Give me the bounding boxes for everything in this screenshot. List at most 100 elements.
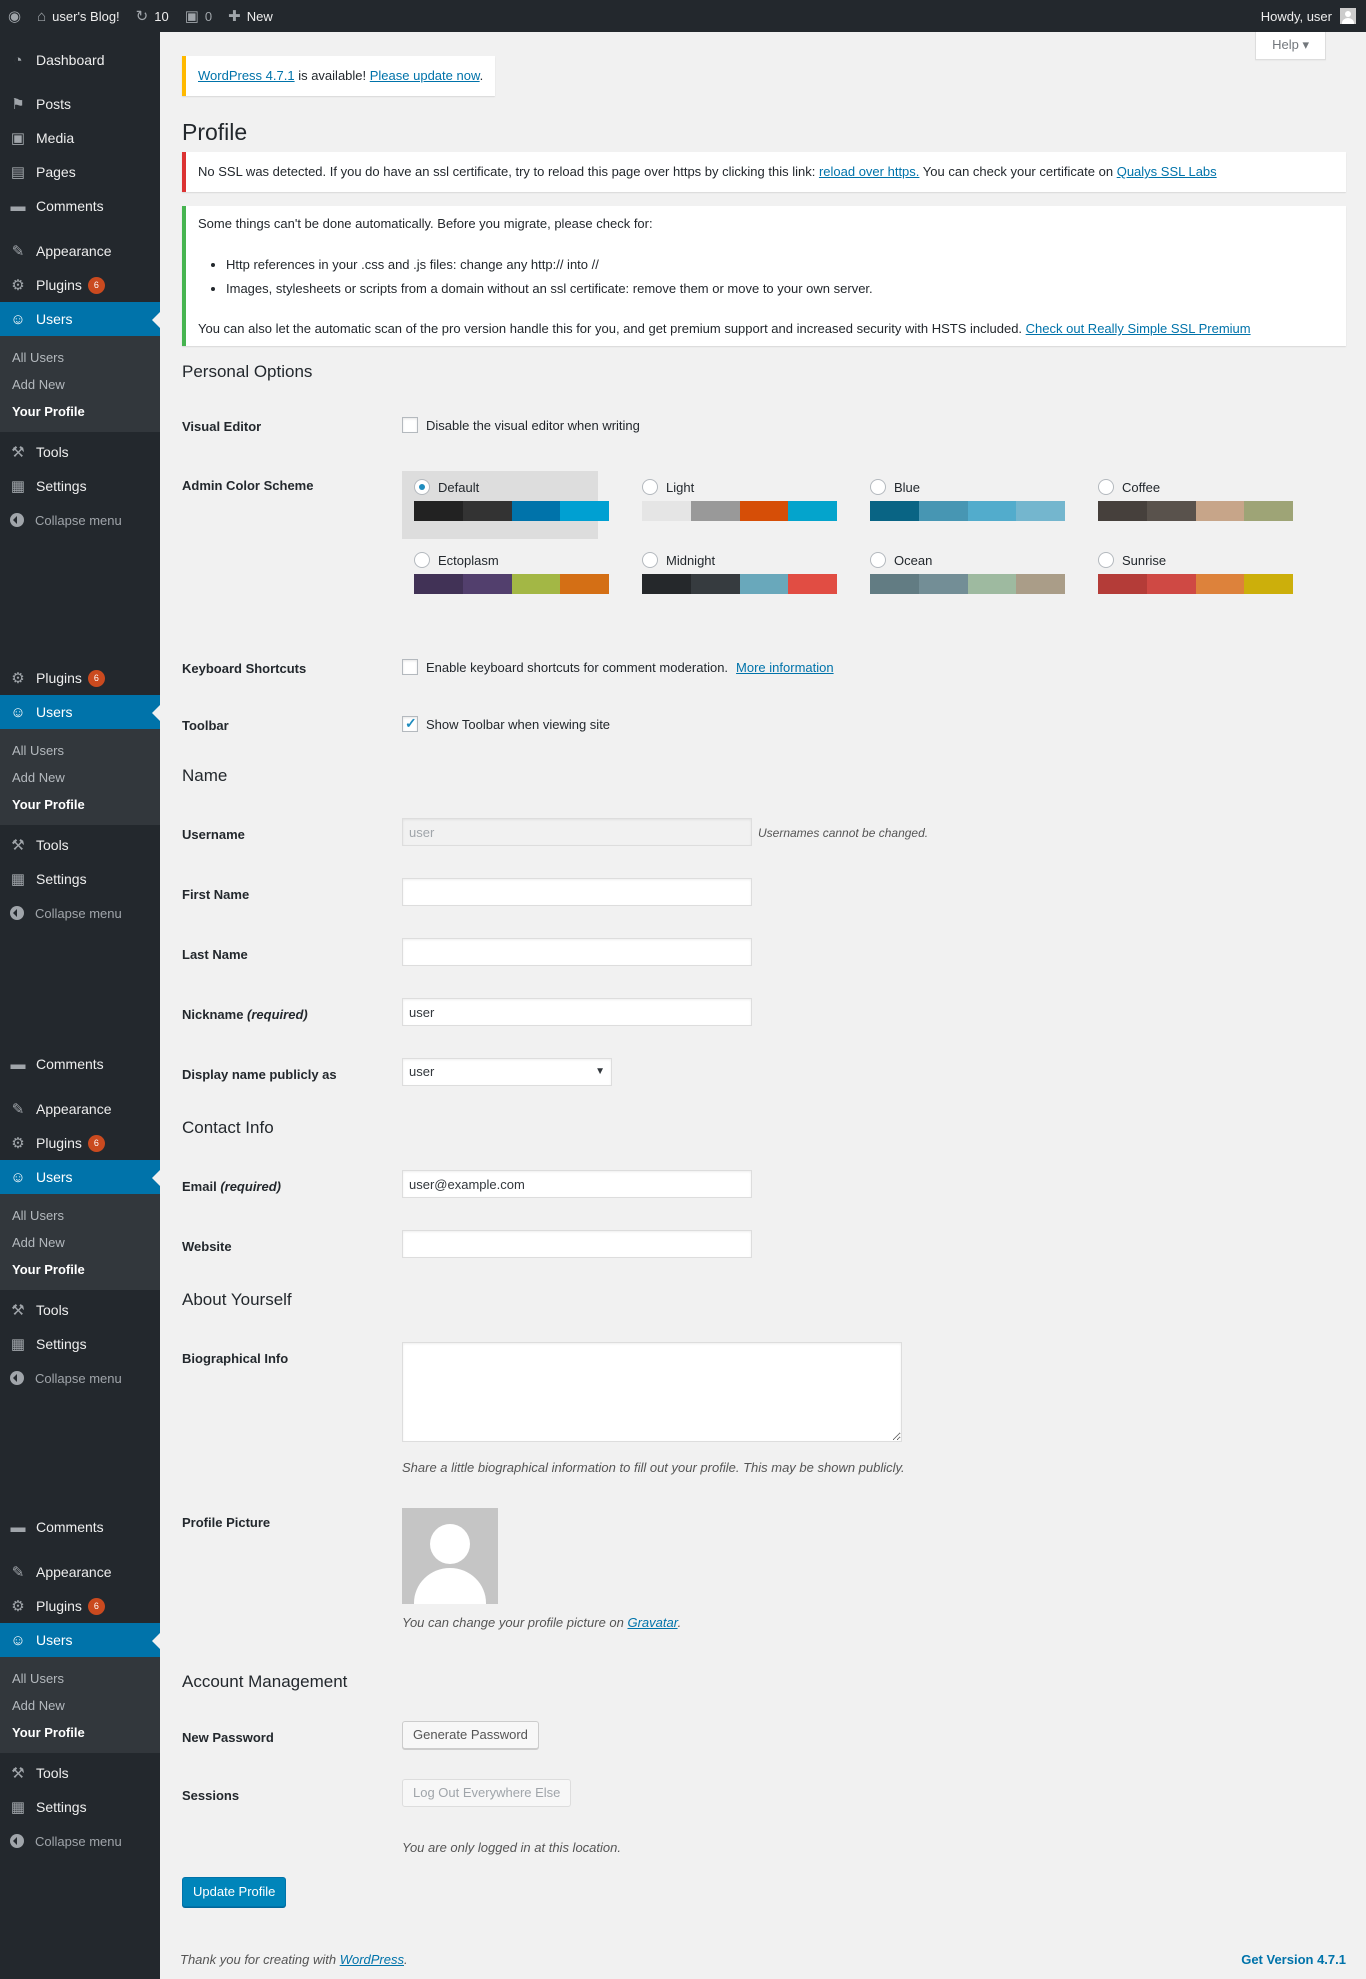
collapse-menu-button[interactable]: Collapse menu: [0, 896, 160, 930]
sidebar-item-label: Settings: [36, 1799, 87, 1815]
submenu-item-all-users[interactable]: All Users: [0, 1202, 160, 1229]
submenu-item-your-profile[interactable]: Your Profile: [0, 1719, 160, 1746]
sidebar-item-comments[interactable]: ▬ Comments: [0, 1047, 160, 1081]
sidebar-item-tools[interactable]: ⚒ Tools: [0, 828, 160, 862]
wp-logo-menu[interactable]: ◉: [0, 0, 29, 32]
first-name-label: First Name: [182, 887, 250, 902]
bio-textarea[interactable]: [402, 1342, 902, 1442]
wordpress-footer-link[interactable]: WordPress: [340, 1952, 404, 1967]
brush-icon: ✎: [11, 243, 25, 260]
submenu-item-your-profile[interactable]: Your Profile: [0, 398, 160, 425]
color-scheme-radio[interactable]: [642, 479, 658, 495]
color-scheme-name: Blue: [894, 479, 921, 495]
website-input[interactable]: [402, 1230, 752, 1258]
color-scheme-radio[interactable]: [1098, 479, 1114, 495]
submenu-item-add-new[interactable]: Add New: [0, 1692, 160, 1719]
sidebar-item-appearance[interactable]: ✎ Appearance: [0, 1092, 160, 1126]
sidebar-item-plugins[interactable]: ⚙ Plugins 6: [0, 268, 160, 302]
update-profile-button[interactable]: Update Profile: [182, 1877, 287, 1907]
help-tab-button[interactable]: Help ▾: [1255, 32, 1326, 60]
users-submenu: All Users Add New Your Profile: [0, 336, 160, 432]
sidebar-item-settings[interactable]: ▦ Settings: [0, 469, 160, 503]
more-information-link[interactable]: More information: [736, 660, 834, 675]
color-scheme-radio[interactable]: [414, 479, 430, 495]
email-input[interactable]: [402, 1170, 752, 1198]
sidebar-item-plugins[interactable]: ⚙ Plugins 6: [0, 1126, 160, 1160]
color-scheme-radio[interactable]: [870, 479, 886, 495]
sidebar-item-comments[interactable]: ▬ Comments: [0, 1510, 160, 1544]
gravatar-link[interactable]: Gravatar: [627, 1615, 677, 1630]
sidebar-item-settings[interactable]: ▦ Settings: [0, 862, 160, 896]
generate-password-button[interactable]: Generate Password: [402, 1721, 539, 1749]
color-scheme-radio[interactable]: [1098, 552, 1114, 568]
first-name-input[interactable]: [402, 878, 752, 906]
sidebar-item-settings[interactable]: ▦ Settings: [0, 1790, 160, 1824]
sidebar-item-users[interactable]: ☺ Users: [0, 1160, 160, 1194]
new-content-link[interactable]: ✚ New: [220, 0, 281, 32]
display-name-select[interactable]: user ▼: [402, 1058, 612, 1086]
sidebar-item-users[interactable]: ☺ Users: [0, 1623, 160, 1657]
logout-everywhere-button[interactable]: Log Out Everywhere Else: [402, 1779, 572, 1807]
submenu-item-add-new[interactable]: Add New: [0, 764, 160, 791]
submenu-item-add-new[interactable]: Add New: [0, 371, 160, 398]
sidebar-item-tools[interactable]: ⚒ Tools: [0, 1293, 160, 1327]
color-scheme-radio[interactable]: [870, 552, 886, 568]
color-scheme-radio[interactable]: [414, 552, 430, 568]
sidebar-item-dashboard[interactable]: ◔ Dashboard: [0, 43, 160, 77]
premium-link[interactable]: Check out Really Simple SSL Premium: [1026, 321, 1251, 336]
color-scheme-radio[interactable]: [642, 552, 658, 568]
sidebar-item-posts[interactable]: ⚑ Posts: [0, 87, 160, 121]
submenu-item-your-profile[interactable]: Your Profile: [0, 791, 160, 818]
color-swatch-segment: [1244, 574, 1293, 594]
color-scheme-ocean[interactable]: Ocean: [858, 544, 1065, 612]
sidebar-item-pages[interactable]: ▤ Pages: [0, 155, 160, 189]
keyboard-shortcuts-checkbox[interactable]: [402, 659, 418, 675]
collapse-menu-button[interactable]: Collapse menu: [0, 1361, 160, 1395]
sidebar-item-users[interactable]: ☺ Users: [0, 302, 160, 336]
color-scheme-blue[interactable]: Blue: [858, 471, 1065, 539]
sidebar-item-plugins[interactable]: ⚙ Plugins 6: [0, 661, 160, 695]
sidebar-item-tools[interactable]: ⚒ Tools: [0, 1756, 160, 1790]
submenu-item-all-users[interactable]: All Users: [0, 1665, 160, 1692]
color-scheme-header: Default: [414, 479, 586, 495]
sidebar-item-appearance[interactable]: ✎ Appearance: [0, 234, 160, 268]
submenu-item-add-new[interactable]: Add New: [0, 1229, 160, 1256]
submenu-item-all-users[interactable]: All Users: [0, 737, 160, 764]
sidebar-item-users[interactable]: ☺ Users: [0, 695, 160, 729]
wordpress-version-link[interactable]: WordPress 4.7.1: [198, 68, 295, 83]
email-label: Email (required): [182, 1179, 281, 1194]
collapse-menu-button[interactable]: Collapse menu: [0, 1824, 160, 1858]
updates-link[interactable]: ↻ 10: [128, 0, 177, 32]
color-scheme-ectoplasm[interactable]: Ectoplasm: [402, 544, 609, 612]
settings-icon: ▦: [10, 1799, 26, 1816]
color-scheme-coffee[interactable]: Coffee: [1086, 471, 1293, 539]
color-scheme-light[interactable]: Light: [630, 471, 837, 539]
last-name-input[interactable]: [402, 938, 752, 966]
visual-editor-checkbox[interactable]: [402, 417, 418, 433]
sidebar-item-plugins[interactable]: ⚙ Plugins 6: [0, 1589, 160, 1623]
reload-https-link[interactable]: reload over https.: [819, 164, 919, 179]
sidebar-item-settings[interactable]: ▦ Settings: [0, 1327, 160, 1361]
qualys-link[interactable]: Qualys SSL Labs: [1117, 164, 1217, 179]
collapse-menu-button[interactable]: Collapse menu: [0, 503, 160, 537]
account-menu[interactable]: Howdy, user: [1261, 8, 1366, 24]
color-scheme-sunrise[interactable]: Sunrise: [1086, 544, 1293, 612]
toolbar-checkbox[interactable]: [402, 715, 418, 732]
sidebar-item-label: Settings: [36, 871, 87, 887]
update-now-link[interactable]: Please update now: [370, 68, 480, 83]
sidebar-item-media[interactable]: ▣ Media: [0, 121, 160, 155]
username-input[interactable]: [402, 818, 752, 846]
color-scheme-midnight[interactable]: Midnight: [630, 544, 837, 612]
submenu-item-your-profile[interactable]: Your Profile: [0, 1256, 160, 1283]
get-version-link[interactable]: Get Version 4.7.1: [1241, 1952, 1346, 1967]
sidebar-item-comments[interactable]: ▬ Comments: [0, 189, 160, 223]
color-scheme-default[interactable]: Default: [402, 471, 609, 539]
sidebar-item-tools[interactable]: ⚒ Tools: [0, 435, 160, 469]
site-name-link[interactable]: ⌂ user's Blog!: [29, 0, 128, 32]
submenu-item-all-users[interactable]: All Users: [0, 344, 160, 371]
nickname-input[interactable]: [402, 998, 752, 1026]
color-swatch-segment: [1195, 501, 1245, 521]
comments-link[interactable]: ▣ 0: [177, 0, 220, 32]
sidebar-item-appearance[interactable]: ✎ Appearance: [0, 1555, 160, 1589]
plugin-icon: ⚙: [11, 1135, 25, 1152]
